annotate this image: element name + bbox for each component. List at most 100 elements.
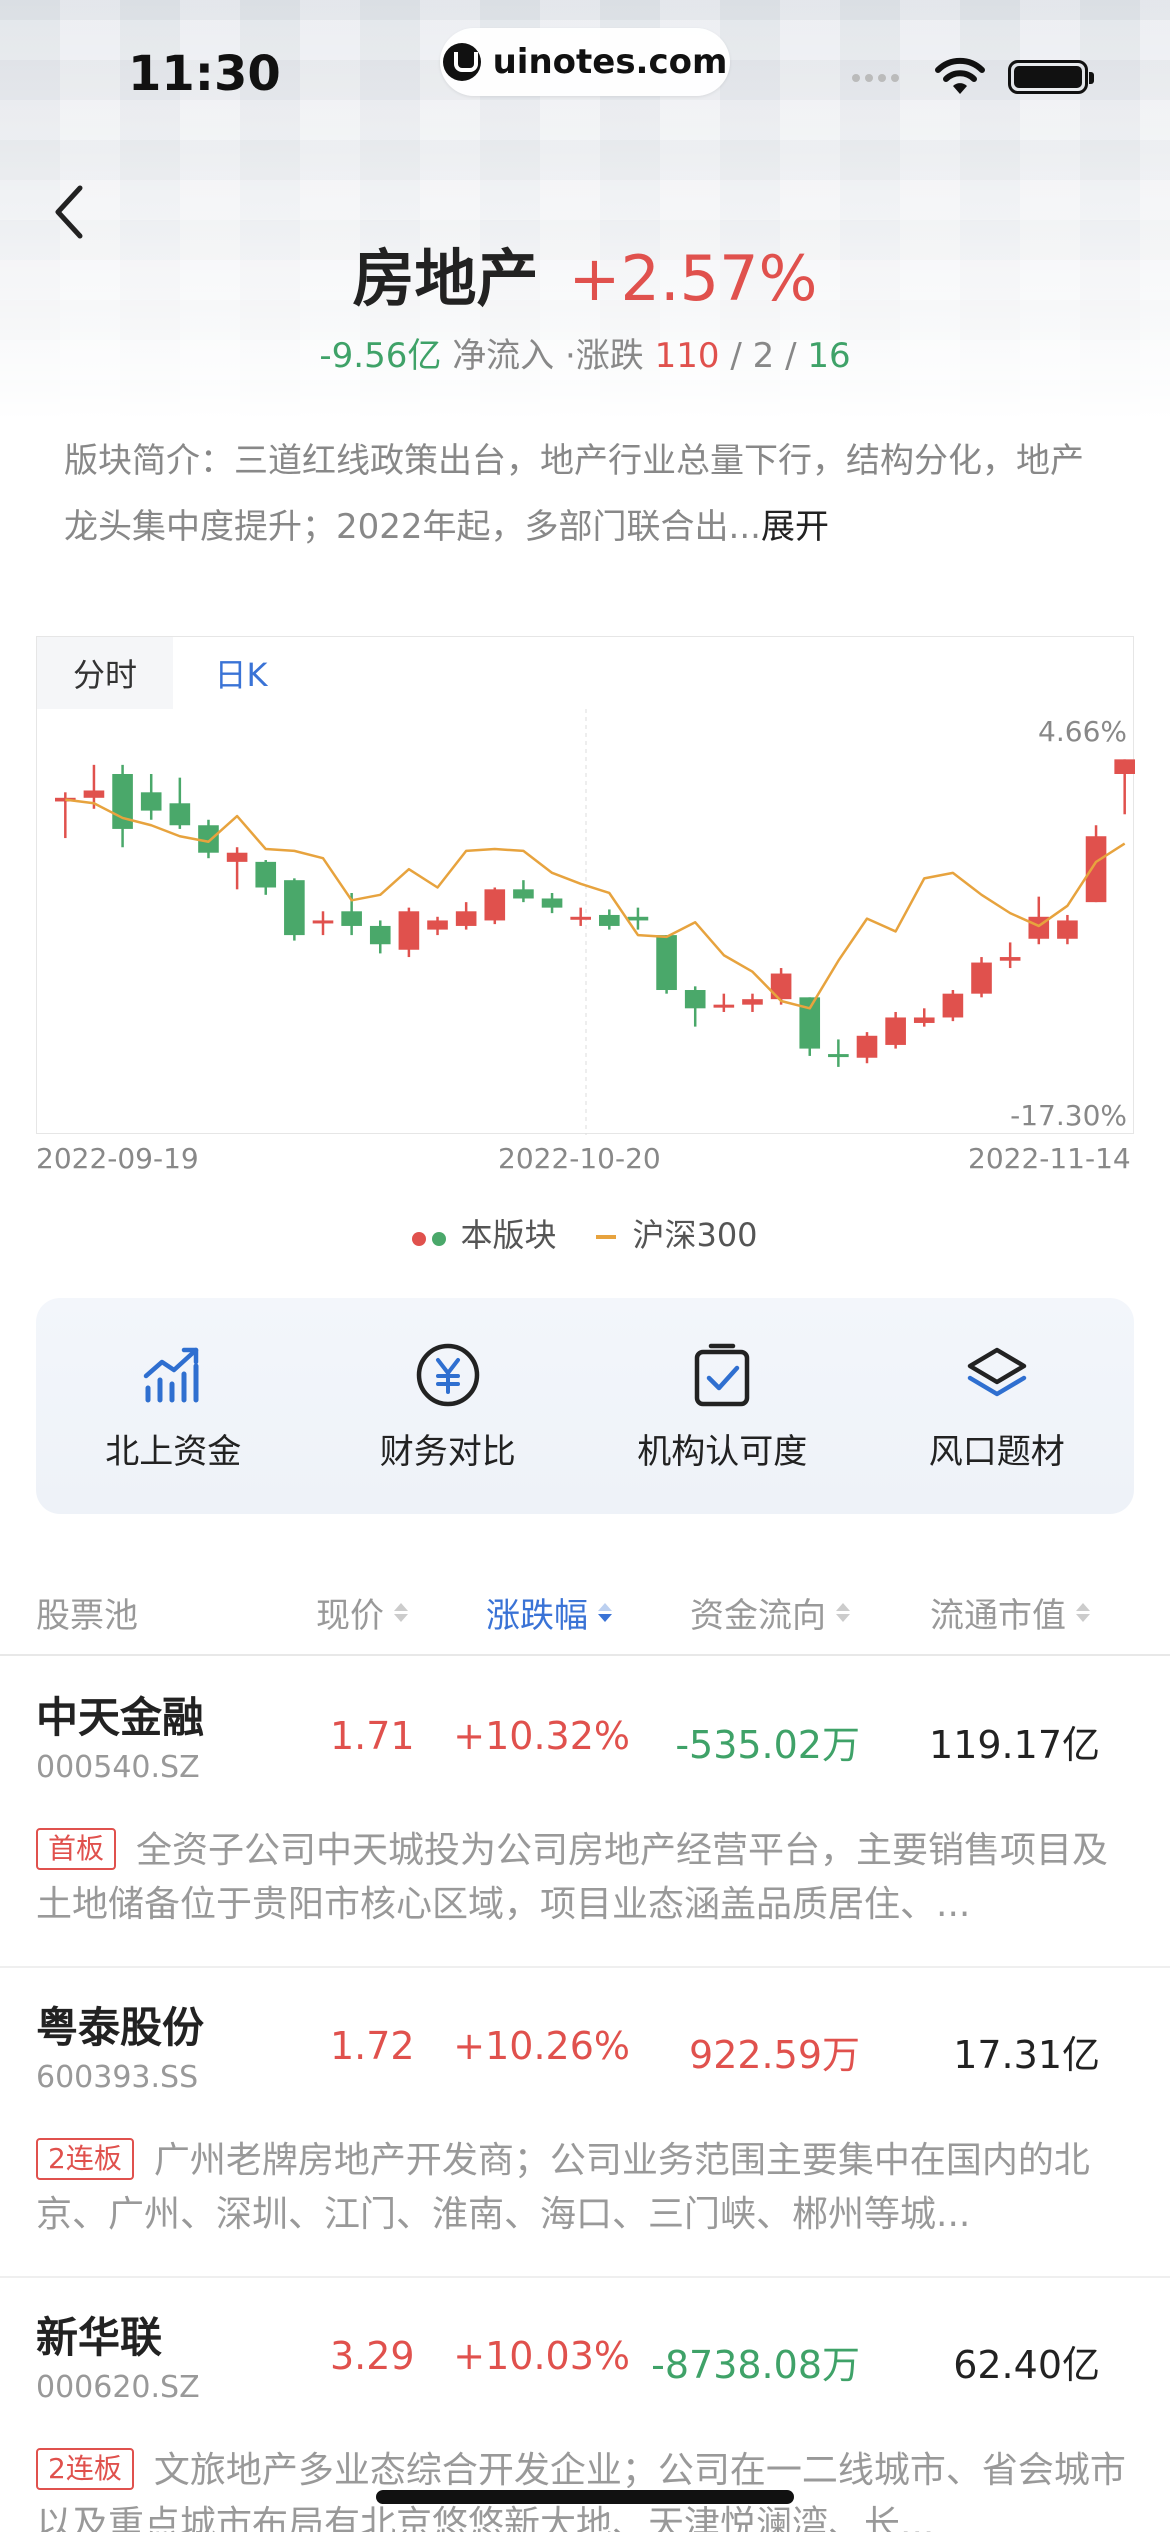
- candle-body: [799, 997, 821, 1049]
- feature-financial-compare[interactable]: 财务对比: [333, 1340, 563, 1473]
- sort-flow[interactable]: 资金流向: [690, 1588, 850, 1637]
- signal-icon: [852, 74, 899, 82]
- date-start: 2022-09-19: [36, 1142, 199, 1175]
- intro-text: 版块简介：三道红线政策出台，地产行业总量下行，结构分化，地产龙头集中度提升；20…: [64, 441, 1084, 547]
- legend-index: 沪深300: [596, 1210, 758, 1256]
- sector-intro: 版块简介：三道红线政策出台，地产行业总量下行，结构分化，地产龙头集中度提升；20…: [64, 428, 1114, 560]
- kline-chart[interactable]: 4.66% -17.30% 分时 日K: [36, 636, 1135, 1135]
- stock-price: 1.71: [330, 1714, 415, 1758]
- feature-trending-topics[interactable]: 风口题材: [882, 1340, 1112, 1473]
- candle-body: [684, 990, 706, 1009]
- url-text: uinotes.com: [492, 42, 728, 82]
- candle-body: [828, 1054, 849, 1058]
- status-bar: 11:30 uinotes.com: [0, 0, 1170, 140]
- feature-card: 北上资金 财务对比 机构认可度 风口题材: [36, 1298, 1134, 1514]
- candle-body: [513, 889, 534, 899]
- candle-body: [341, 911, 362, 926]
- candle-body: [83, 790, 105, 798]
- stock-code: 600393.SS: [36, 2060, 199, 2095]
- sort-icon: [1076, 1603, 1090, 1622]
- sort-icon: [598, 1603, 612, 1622]
- stock-code: 000620.SZ: [36, 2370, 200, 2405]
- candle-body: [226, 852, 248, 862]
- chart-min-label: -17.30%: [1010, 1099, 1127, 1132]
- candle-body: [599, 914, 620, 926]
- down-count: 16: [807, 336, 851, 376]
- candle-body: [427, 920, 448, 930]
- tab-intraday[interactable]: 分时: [37, 637, 173, 709]
- expand-link[interactable]: 展开: [761, 507, 829, 547]
- sort-icon: [394, 1603, 408, 1622]
- candle-body: [742, 999, 763, 1005]
- net-flow-label: 净流入: [452, 336, 555, 376]
- table-row[interactable]: 中天金融 000540.SZ 1.71 +10.32% -535.02万 119…: [0, 1658, 1170, 1968]
- candle-body: [913, 1017, 935, 1023]
- site-logo-icon: [442, 43, 481, 81]
- updown-label: ·涨跌: [565, 336, 644, 376]
- candle-body: [713, 1004, 735, 1008]
- feature-label: 风口题材: [928, 1431, 1065, 1472]
- candle-body: [312, 920, 334, 924]
- sort-cap[interactable]: 流通市值: [930, 1588, 1090, 1637]
- stock-name: 粤泰股份: [36, 2003, 205, 2052]
- stock-flow: -8738.08万: [651, 2343, 860, 2387]
- clipboard-check-icon: [695, 1343, 750, 1406]
- candle-body: [284, 880, 305, 936]
- candle-body: [999, 957, 1021, 961]
- stock-desc: 首板 全资子公司中天城投为公司房地产经营平台，主要销售项目及土地储备位于贵阳市核心…: [36, 1828, 1109, 1925]
- stock-name: 中天金融: [36, 1693, 205, 1742]
- table-header: 股票池 现价 涨跌幅 资金流向 流通市值: [0, 1560, 1170, 1656]
- date-mid: 2022-10-20: [498, 1142, 661, 1175]
- stock-change: +10.26%: [453, 2024, 630, 2068]
- candle-body: [856, 1035, 878, 1058]
- candle-body: [1114, 759, 1135, 774]
- feature-northbound[interactable]: 北上资金: [58, 1340, 288, 1473]
- limit-up-badge: 首板: [36, 1828, 117, 1870]
- trend-chart-icon: [144, 1347, 199, 1402]
- sort-change[interactable]: 涨跌幅: [486, 1588, 612, 1637]
- candle-body: [140, 792, 162, 811]
- wifi-icon: [935, 57, 985, 94]
- stock-cap: 119.17亿: [929, 1723, 1100, 1767]
- stock-change: +10.32%: [453, 1714, 630, 1758]
- index-line: [65, 798, 1126, 1010]
- page-title: 房地产 +2.57%: [0, 228, 1170, 318]
- candle-body: [455, 911, 477, 926]
- candle-body: [198, 825, 219, 853]
- candle-body: [942, 993, 964, 1018]
- net-flow-value: -9.56亿: [319, 336, 442, 376]
- up-count: 110: [654, 336, 720, 376]
- sector-name: 房地产: [352, 242, 539, 315]
- sector-change: +2.57%: [568, 242, 818, 315]
- feature-label: 财务对比: [379, 1431, 516, 1472]
- layers-icon: [967, 1347, 1026, 1396]
- legend-sector: 本版块: [412, 1210, 556, 1256]
- stock-name: 新华联: [36, 2313, 163, 2362]
- date-end: 2022-11-14: [968, 1142, 1131, 1175]
- url-pill[interactable]: uinotes.com: [440, 28, 730, 96]
- candle-body: [1057, 920, 1078, 939]
- yuan-circle-icon: [416, 1343, 479, 1406]
- tab-daily-k[interactable]: 日K: [173, 637, 309, 709]
- home-indicator: [376, 2490, 794, 2504]
- limit-up-badge: 2连板: [36, 2448, 134, 2490]
- chart-tabs: 分时 日K: [37, 637, 309, 709]
- stock-cap: 17.31亿: [953, 2033, 1100, 2077]
- stock-price: 1.72: [330, 2024, 415, 2068]
- candle-body: [1085, 836, 1107, 903]
- stock-code: 000540.SZ: [36, 1750, 200, 1785]
- stock-flow: -535.02万: [675, 1723, 860, 1767]
- feature-institution[interactable]: 机构认可度: [607, 1340, 837, 1473]
- table-row[interactable]: 粤泰股份 600393.SS 1.72 +10.26% 922.59万 17.3…: [0, 1968, 1170, 2278]
- chart-canvas: 4.66% -17.30%: [55, 709, 1135, 1135]
- candle-body: [541, 898, 563, 908]
- sort-icon: [836, 1603, 850, 1622]
- candle-body: [398, 911, 420, 950]
- stock-change: +10.03%: [453, 2334, 630, 2378]
- candle-body: [627, 916, 649, 921]
- chart-legend: 本版块 沪深300: [0, 1210, 1170, 1256]
- sort-price[interactable]: 现价: [316, 1588, 408, 1637]
- candle-body: [885, 1017, 906, 1045]
- feature-label: 机构认可度: [637, 1431, 808, 1472]
- candle-body: [656, 935, 677, 991]
